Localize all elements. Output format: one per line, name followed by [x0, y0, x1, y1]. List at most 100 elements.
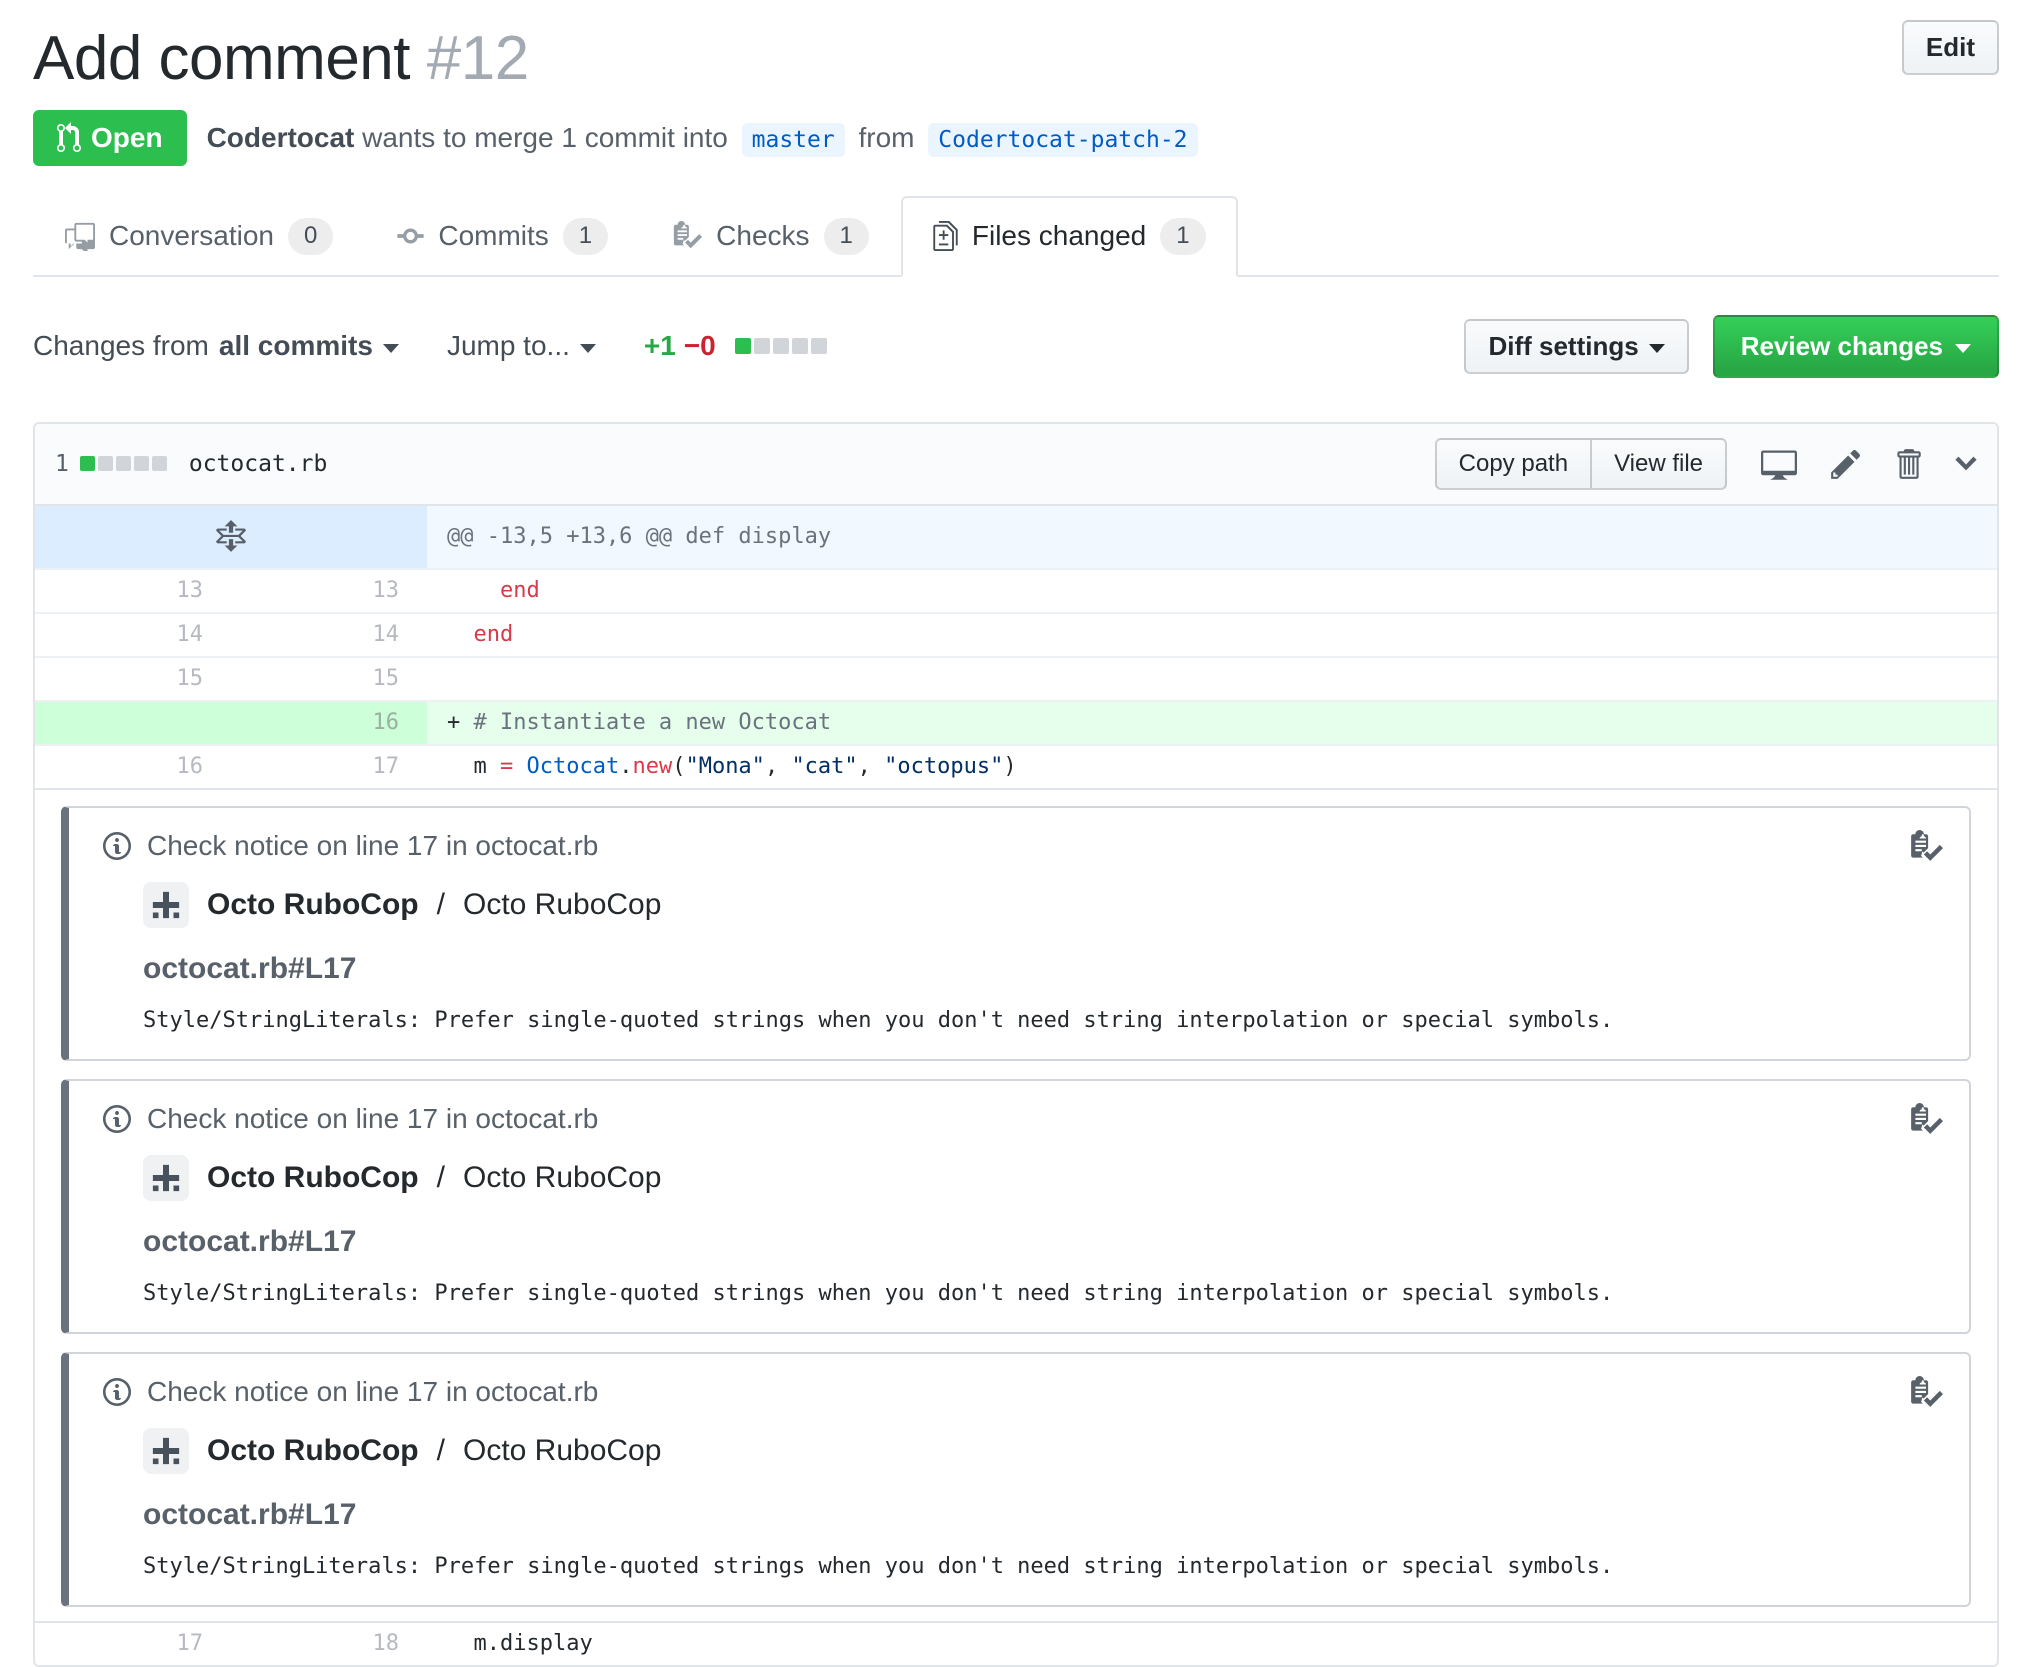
- old-line-number[interactable]: 15: [35, 658, 231, 700]
- edit-file-button[interactable]: [1831, 447, 1861, 481]
- trash-icon: [1895, 447, 1921, 481]
- base-branch-label[interactable]: master: [741, 123, 845, 157]
- annotation-title: Check notice on line 17 in octocat.rb: [147, 1102, 599, 1134]
- titlebar: Add comment #12 Edit: [33, 20, 1999, 98]
- annotation-title: Check notice on line 17 in octocat.rb: [147, 829, 599, 861]
- diff-settings-button[interactable]: Diff settings: [1464, 318, 1689, 374]
- author-link[interactable]: Codertocat: [207, 122, 355, 153]
- old-line-number[interactable]: 14: [35, 614, 231, 656]
- code-line: end: [427, 614, 1997, 656]
- new-line-number[interactable]: 17: [231, 746, 427, 788]
- diffstat-block-added: [734, 338, 751, 355]
- info-icon: [103, 1376, 131, 1408]
- pr-title-text: Add comment: [33, 24, 411, 93]
- app-name-link[interactable]: Octo RuboCop: [207, 1161, 419, 1195]
- diffbar: Changes from all commits Jump to... +1 −…: [33, 314, 1999, 378]
- diffstat-block-neutral: [810, 338, 827, 355]
- diffstat-block-neutral: [115, 456, 131, 472]
- tab-label: Conversation: [109, 220, 274, 252]
- code-token: Octocat: [526, 753, 620, 779]
- rich-diff-button[interactable]: [1761, 446, 1797, 482]
- head-branch-label[interactable]: Codertocat-patch-2: [928, 123, 1198, 157]
- new-line-number[interactable]: 14: [231, 614, 427, 656]
- annotation-app-row: Octo RuboCop / Octo RuboCop: [143, 1427, 1941, 1474]
- file-diffstat-blocks: [77, 456, 167, 472]
- tab-conversation[interactable]: Conversation 0: [33, 196, 365, 277]
- app-name-link[interactable]: Octo RuboCop: [207, 1434, 419, 1468]
- code-token: =: [499, 753, 514, 779]
- caret-down-icon: [382, 343, 399, 353]
- diffbar-right: Diff settings Review changes: [1464, 314, 1999, 378]
- old-line-number[interactable]: [35, 701, 231, 744]
- changes-from-text: Changes from: [33, 330, 209, 362]
- tab-counter: 1: [562, 218, 609, 255]
- changes-from-dropdown[interactable]: Changes from all commits: [33, 330, 399, 362]
- app-plus-icon: [151, 1436, 181, 1466]
- annotation-message: Style/StringLiterals: Prefer single-quot…: [143, 1280, 1614, 1306]
- tab-counter: 0: [287, 218, 334, 255]
- tab-checks[interactable]: Checks 1: [640, 196, 901, 277]
- diffstat-block-added: [79, 456, 95, 472]
- old-line-number[interactable]: 17: [35, 1623, 231, 1665]
- code-token: ,: [857, 753, 885, 779]
- pencil-icon: [1831, 447, 1861, 481]
- file-menu-button[interactable]: [1955, 447, 1977, 481]
- code-line: m.display: [427, 1623, 1997, 1665]
- review-changes-button[interactable]: Review changes: [1712, 314, 1999, 378]
- app-separator: /: [436, 1160, 445, 1194]
- code-line: + # Instantiate a new Octocat: [427, 702, 1997, 744]
- code-token: end: [499, 577, 540, 603]
- unfold-icon: [216, 520, 246, 554]
- copy-path-button[interactable]: Copy path: [1434, 437, 1591, 490]
- annotation-header: Check notice on line 17 in octocat.rb: [103, 1376, 1941, 1408]
- code-line: end: [427, 570, 1997, 612]
- tab-label: Commits: [438, 220, 549, 252]
- tab-counter: 1: [1160, 218, 1206, 255]
- file-name-link[interactable]: octocat.rb: [189, 451, 327, 477]
- tab-files-changed[interactable]: Files changed 1: [900, 196, 1238, 277]
- app-avatar: [143, 1427, 189, 1474]
- caret-down-icon: [579, 343, 596, 353]
- expand-hunk-button[interactable]: [35, 505, 427, 568]
- code-token: "Mona": [685, 753, 765, 779]
- delete-file-button[interactable]: [1895, 447, 1921, 481]
- review-changes-label: Review changes: [1740, 330, 1943, 361]
- caret-down-icon: [1955, 343, 1971, 353]
- diff-row: 16 17 m = Octocat.new("Mona", "cat", "oc…: [35, 743, 1997, 788]
- diffstat-block-neutral: [753, 338, 770, 355]
- hunk-header-row: @@ -13,5 +13,6 @@ def display: [35, 505, 1997, 568]
- jump-to-dropdown[interactable]: Jump to...: [447, 330, 596, 362]
- code-token: "octopus": [884, 753, 1004, 779]
- annotation-message: Style/StringLiterals: Prefer single-quot…: [143, 1553, 1614, 1579]
- deletions-count: −0: [683, 330, 716, 362]
- old-line-number[interactable]: 13: [35, 570, 231, 612]
- chevron-down-icon: [1955, 447, 1977, 481]
- app-name-link[interactable]: Octo RuboCop: [207, 888, 419, 922]
- new-line-number[interactable]: 18: [231, 1623, 427, 1665]
- new-line-number[interactable]: 13: [231, 570, 427, 612]
- old-line-number[interactable]: 16: [35, 746, 231, 788]
- diff-table: @@ -13,5 +13,6 @@ def display 13 13 end …: [35, 505, 1997, 1665]
- monitor-icon: [1761, 446, 1797, 482]
- byline-from: from: [858, 122, 915, 153]
- diff-row: 14 14 end: [35, 611, 1997, 656]
- diffstat-block-neutral: [97, 456, 113, 472]
- app-plus-icon: [151, 1163, 181, 1193]
- info-icon: [103, 1103, 131, 1135]
- diff-settings-label: Diff settings: [1488, 330, 1639, 361]
- diff-row: 15 15: [35, 655, 1997, 700]
- tab-commits[interactable]: Commits 1: [365, 196, 640, 277]
- new-line-number[interactable]: 15: [231, 658, 427, 700]
- file-actions: Copy path View file: [1434, 437, 1977, 490]
- new-line-number[interactable]: 16: [231, 701, 427, 744]
- edit-button[interactable]: Edit: [1901, 20, 1999, 75]
- app-plus-icon: [151, 890, 181, 920]
- info-icon: [103, 830, 131, 862]
- app-separator: /: [436, 887, 445, 921]
- status-badge: Open: [33, 110, 187, 166]
- view-file-button[interactable]: View file: [1590, 437, 1727, 490]
- checklist-icon: [672, 221, 702, 251]
- annotation-header: Check notice on line 17 in octocat.rb: [103, 830, 1941, 862]
- annotation-path: octocat.rb#L17: [143, 1497, 357, 1531]
